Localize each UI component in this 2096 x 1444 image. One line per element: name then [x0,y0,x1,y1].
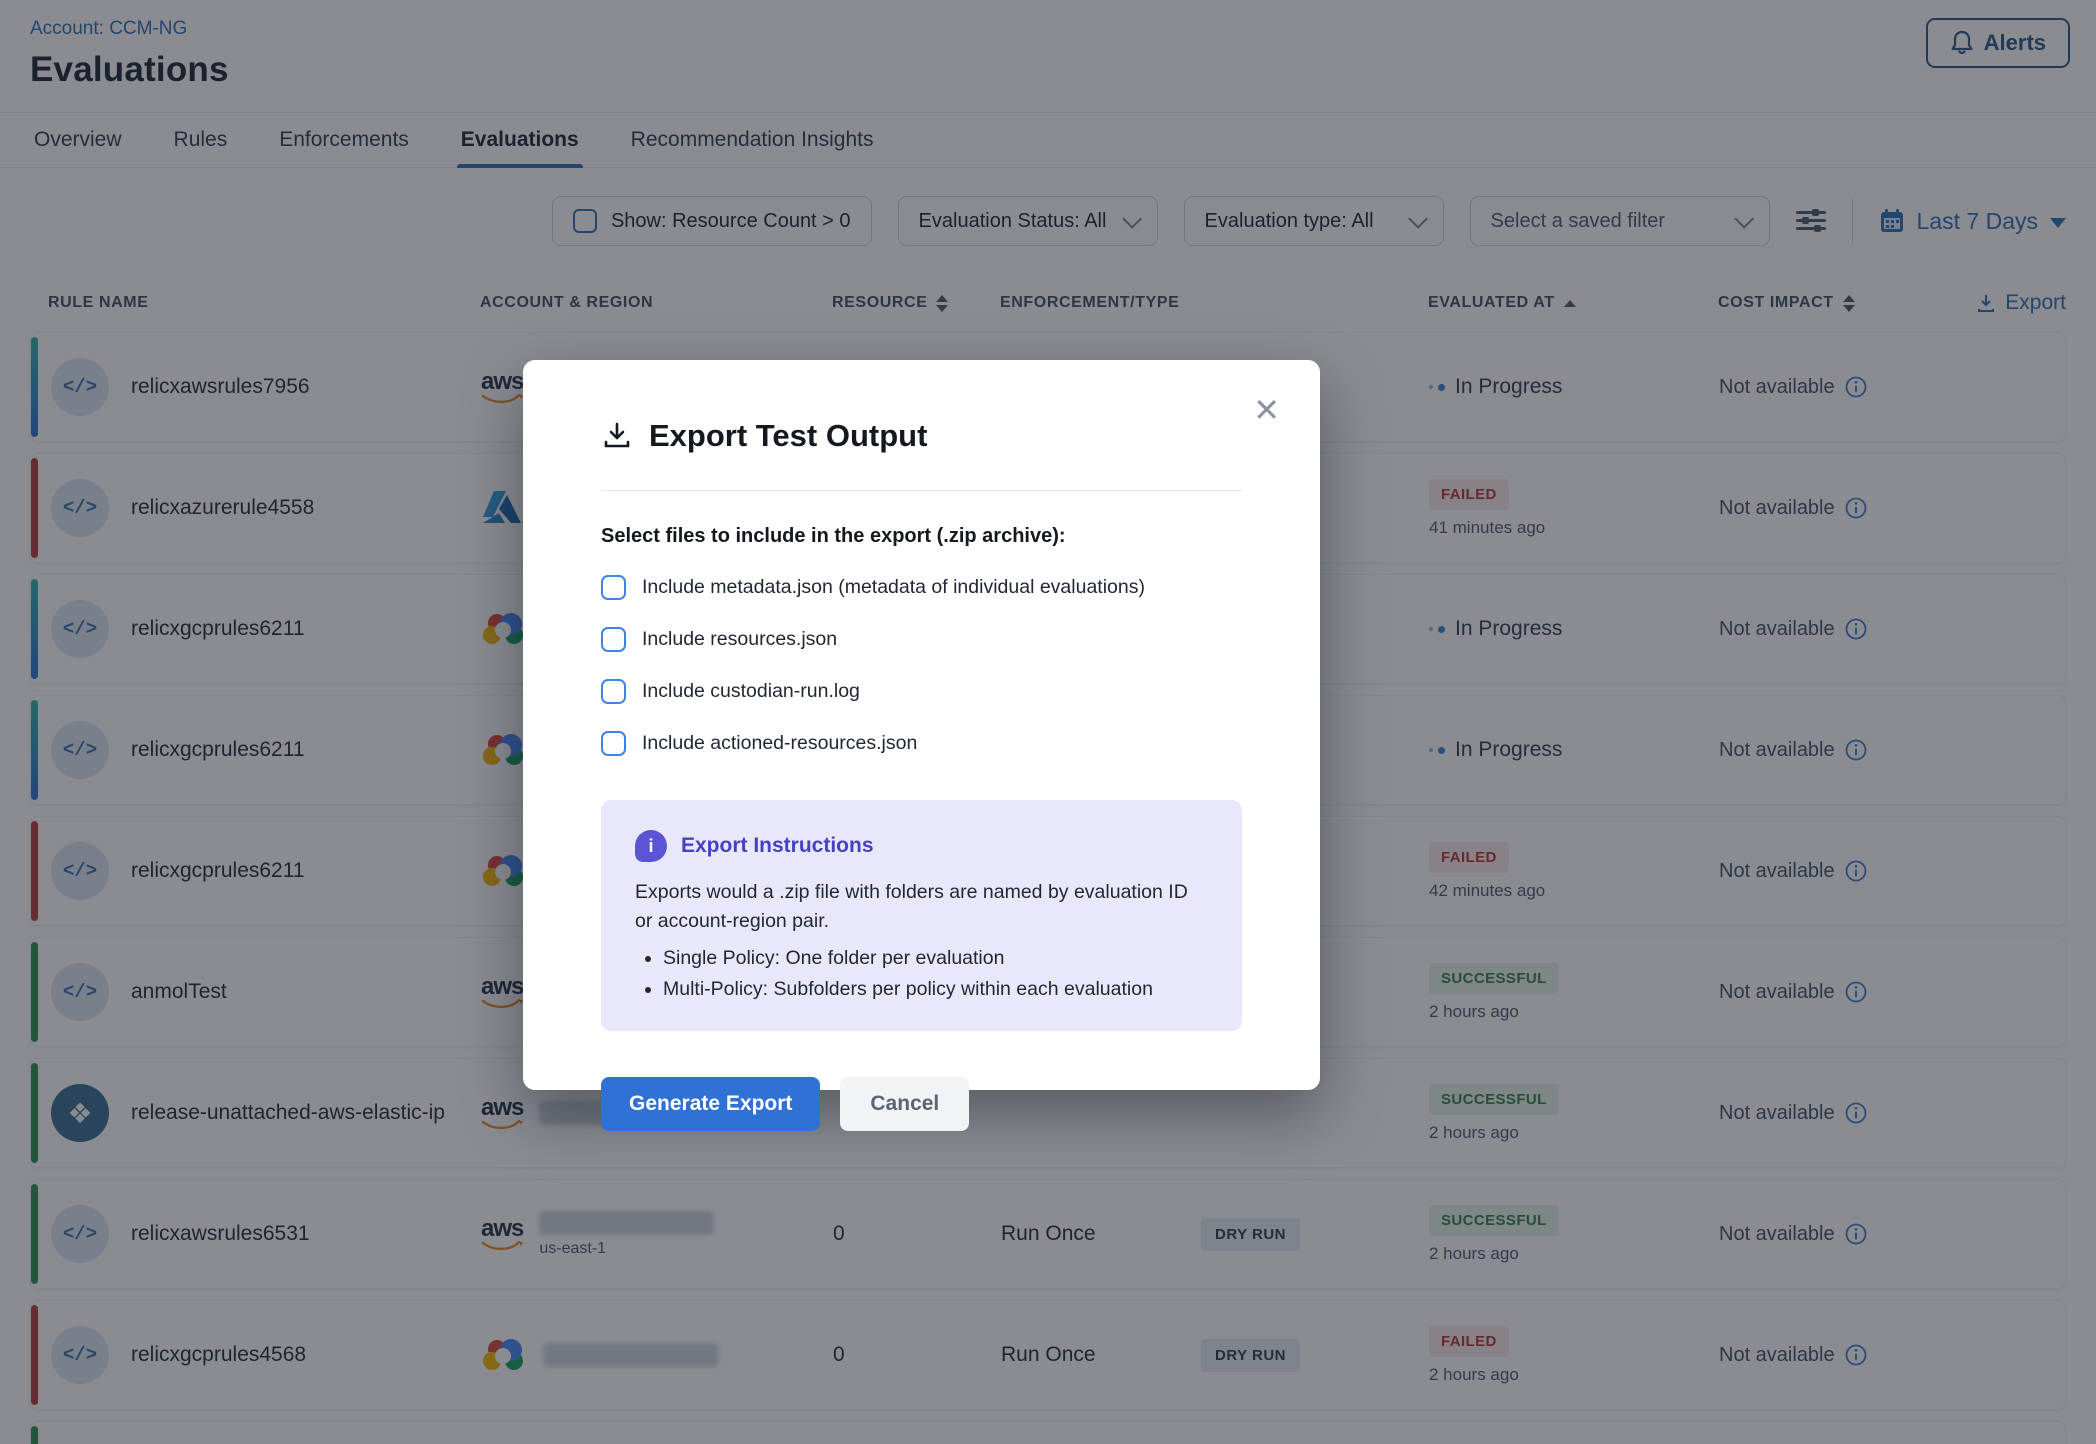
checkbox[interactable] [601,575,626,600]
checkbox-include-metadata[interactable]: Include metadata.json (metadata of indiv… [601,575,1242,600]
export-instructions-title: Export Instructions [681,834,874,858]
export-modal: ✕ Export Test Output Select files to inc… [523,360,1320,1090]
checkbox-include-actioned-resources[interactable]: Include actioned-resources.json [601,731,1242,756]
instruction-bullet: Multi-Policy: Subfolders per policy with… [663,978,1208,1001]
export-instructions-body: Exports would a .zip file with folders a… [635,878,1208,937]
checkbox[interactable] [601,627,626,652]
download-icon [601,420,633,452]
checkbox-include-custodian-run-log[interactable]: Include custodian-run.log [601,679,1242,704]
checkbox-include-resources[interactable]: Include resources.json [601,627,1242,652]
export-instructions-list: Single Policy: One folder per evaluation… [635,947,1208,1001]
generate-export-button[interactable]: Generate Export [601,1077,820,1131]
close-icon[interactable]: ✕ [1253,394,1280,426]
checkbox[interactable] [601,679,626,704]
modal-title: Export Test Output [649,418,927,454]
export-instructions-box: i Export Instructions Exports would a .z… [601,800,1242,1031]
modal-subtitle: Select files to include in the export (.… [601,525,1242,548]
instruction-bullet: Single Policy: One folder per evaluation [663,947,1208,970]
modal-divider [601,490,1242,491]
evaluations-page: Account: CCM-NG Evaluations Alerts Overv… [0,0,2096,1444]
info-bubble-icon: i [635,830,667,862]
checkbox[interactable] [601,731,626,756]
cancel-button[interactable]: Cancel [840,1077,969,1131]
